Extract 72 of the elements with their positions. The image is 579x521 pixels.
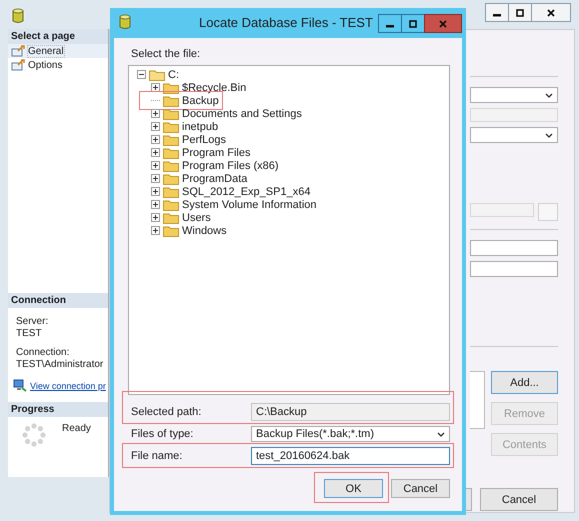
computer-icon [13,379,27,392]
maximize-button[interactable] [401,14,425,33]
text-field[interactable] [470,240,558,256]
tree-item[interactable]: Backup [182,94,219,106]
server-name: TEST [16,328,43,340]
tree-item[interactable]: Users [182,212,211,224]
path-field: C:\Backup [251,403,450,421]
database-icon [12,8,24,24]
ok-button[interactable]: OK [324,479,383,498]
tree-item[interactable]: C: [168,68,179,80]
database-icon [119,14,131,30]
section-header: Select a page [8,29,108,44]
folder-icon [163,134,179,146]
status-text: Ready [62,423,91,435]
button[interactable]: Add... [491,371,558,394]
field-label: Files of type: [130,428,194,440]
server-label: Server: [16,316,50,328]
tree-item[interactable]: inetpub [182,120,218,132]
dropdown[interactable] [470,127,558,143]
cancel-button[interactable]: Cancel [480,488,558,511]
close-icon [547,8,555,16]
minimize-button[interactable] [485,3,509,22]
window-title: Locate Database Files - TEST [199,15,373,30]
tree-item[interactable]: Documents and Settings [182,108,302,120]
prompt-text: Select the file: [131,48,202,60]
field-label: File name: [130,450,184,462]
page-item[interactable]: General [8,44,108,58]
folder-icon [163,186,179,198]
section-header: Connection [8,293,108,308]
tree-item[interactable]: Program Files [182,146,250,158]
maximize-button[interactable] [508,3,532,22]
spinner-icon [22,423,46,447]
tree-item[interactable]: ProgramData [182,172,248,184]
tree-item[interactable]: SQL_2012_Exp_SP1_x64 [182,186,310,198]
page-item[interactable]: Options [8,58,108,72]
folder-icon [163,224,179,236]
maximize-icon [516,8,524,16]
folder-icon [163,94,179,106]
folder-icon [163,82,179,94]
text-field[interactable] [470,203,534,217]
list-box[interactable] [470,371,485,429]
tree-item[interactable]: $Recycle.Bin [182,82,246,94]
file-name-field[interactable]: test_20160624.bak [251,447,450,465]
section-header: Progress [8,402,108,417]
folder-icon [163,198,179,210]
tree-item[interactable]: System Volume Information [182,198,317,210]
folder-icon [163,108,179,120]
field-label: Selected path: [130,406,202,418]
folder-icon [163,212,179,224]
cancel-button[interactable]: Cancel [391,479,450,498]
folder-icon [163,146,179,158]
folder-icon [163,172,179,184]
tree-item[interactable]: Windows [182,224,227,236]
tree-item[interactable]: Program Files (x86) [182,160,279,172]
folder-icon [163,120,179,132]
browse-button[interactable] [538,203,558,221]
connection-name: TEST\Administrator [16,359,104,371]
close-button[interactable] [531,3,571,22]
link[interactable]: View connection pr [30,380,106,390]
minimize-button[interactable] [378,14,402,33]
text-field[interactable] [470,108,558,122]
close-icon [439,20,447,28]
folder-icon [163,160,179,172]
folder-icon [149,68,165,80]
maximize-icon [409,20,417,28]
tree-item[interactable]: PerfLogs [182,134,226,146]
text-field[interactable] [470,261,558,277]
wrench-page-icon [11,45,25,57]
connection-label: Connection: [16,347,70,359]
dropdown[interactable] [470,87,558,103]
wrench-page-icon [11,59,25,71]
file-type-dropdown[interactable]: Backup Files(*.bak;*.tm) [251,426,450,442]
